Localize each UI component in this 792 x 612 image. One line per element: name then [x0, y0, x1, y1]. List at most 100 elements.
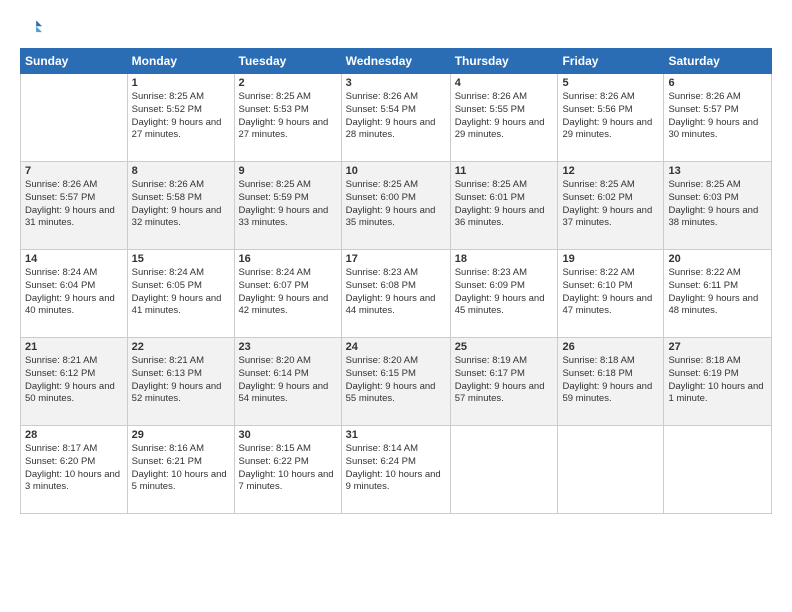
calendar-cell: 29 Sunrise: 8:16 AM Sunset: 6:21 PM Dayl…: [127, 426, 234, 514]
daylight-text: Daylight: 9 hours and 29 minutes.: [455, 117, 545, 141]
daylight-text: Daylight: 10 hours and 1 minute.: [668, 381, 763, 405]
sunrise-text: Sunrise: 8:25 AM: [132, 91, 204, 102]
sunset-text: Sunset: 6:13 PM: [132, 368, 202, 379]
day-number: 27: [668, 341, 767, 353]
sunrise-text: Sunrise: 8:25 AM: [455, 179, 527, 190]
weekday-header: Saturday: [664, 49, 772, 74]
day-info: Sunrise: 8:25 AM Sunset: 6:02 PM Dayligh…: [562, 179, 659, 230]
calendar-cell: 25 Sunrise: 8:19 AM Sunset: 6:17 PM Dayl…: [450, 338, 558, 426]
sunrise-text: Sunrise: 8:26 AM: [25, 179, 97, 190]
calendar-cell: 22 Sunrise: 8:21 AM Sunset: 6:13 PM Dayl…: [127, 338, 234, 426]
weekday-header: Wednesday: [341, 49, 450, 74]
daylight-text: Daylight: 9 hours and 27 minutes.: [239, 117, 329, 141]
sunset-text: Sunset: 5:56 PM: [562, 104, 632, 115]
daylight-text: Daylight: 9 hours and 31 minutes.: [25, 205, 115, 229]
sunset-text: Sunset: 5:59 PM: [239, 192, 309, 203]
weekday-header: Tuesday: [234, 49, 341, 74]
day-number: 24: [346, 341, 446, 353]
calendar-cell: 3 Sunrise: 8:26 AM Sunset: 5:54 PM Dayli…: [341, 74, 450, 162]
calendar-cell: 4 Sunrise: 8:26 AM Sunset: 5:55 PM Dayli…: [450, 74, 558, 162]
day-info: Sunrise: 8:25 AM Sunset: 6:00 PM Dayligh…: [346, 179, 446, 230]
daylight-text: Daylight: 9 hours and 38 minutes.: [668, 205, 758, 229]
sunset-text: Sunset: 6:02 PM: [562, 192, 632, 203]
daylight-text: Daylight: 9 hours and 48 minutes.: [668, 293, 758, 317]
day-info: Sunrise: 8:22 AM Sunset: 6:10 PM Dayligh…: [562, 267, 659, 318]
sunrise-text: Sunrise: 8:24 AM: [132, 267, 204, 278]
calendar-cell: [558, 426, 664, 514]
sunrise-text: Sunrise: 8:26 AM: [562, 91, 634, 102]
sunrise-text: Sunrise: 8:19 AM: [455, 355, 527, 366]
daylight-text: Daylight: 9 hours and 37 minutes.: [562, 205, 652, 229]
calendar-cell: 18 Sunrise: 8:23 AM Sunset: 6:09 PM Dayl…: [450, 250, 558, 338]
weekday-header: Friday: [558, 49, 664, 74]
day-info: Sunrise: 8:24 AM Sunset: 6:07 PM Dayligh…: [239, 267, 337, 318]
day-number: 18: [455, 253, 554, 265]
day-number: 30: [239, 429, 337, 441]
sunset-text: Sunset: 6:12 PM: [25, 368, 95, 379]
calendar-header-row: SundayMondayTuesdayWednesdayThursdayFrid…: [21, 49, 772, 74]
sunrise-text: Sunrise: 8:18 AM: [668, 355, 740, 366]
day-number: 4: [455, 77, 554, 89]
day-info: Sunrise: 8:26 AM Sunset: 5:54 PM Dayligh…: [346, 91, 446, 142]
calendar-week-row: 21 Sunrise: 8:21 AM Sunset: 6:12 PM Dayl…: [21, 338, 772, 426]
day-info: Sunrise: 8:18 AM Sunset: 6:19 PM Dayligh…: [668, 355, 767, 406]
daylight-text: Daylight: 9 hours and 36 minutes.: [455, 205, 545, 229]
sunrise-text: Sunrise: 8:25 AM: [239, 179, 311, 190]
sunrise-text: Sunrise: 8:25 AM: [668, 179, 740, 190]
sunset-text: Sunset: 6:20 PM: [25, 456, 95, 467]
sunset-text: Sunset: 6:11 PM: [668, 280, 738, 291]
daylight-text: Daylight: 9 hours and 30 minutes.: [668, 117, 758, 141]
sunset-text: Sunset: 6:21 PM: [132, 456, 202, 467]
daylight-text: Daylight: 9 hours and 50 minutes.: [25, 381, 115, 405]
day-number: 6: [668, 77, 767, 89]
daylight-text: Daylight: 9 hours and 47 minutes.: [562, 293, 652, 317]
day-number: 23: [239, 341, 337, 353]
day-number: 28: [25, 429, 123, 441]
day-info: Sunrise: 8:14 AM Sunset: 6:24 PM Dayligh…: [346, 443, 446, 494]
daylight-text: Daylight: 9 hours and 52 minutes.: [132, 381, 222, 405]
calendar-cell: 15 Sunrise: 8:24 AM Sunset: 6:05 PM Dayl…: [127, 250, 234, 338]
daylight-text: Daylight: 9 hours and 42 minutes.: [239, 293, 329, 317]
day-info: Sunrise: 8:18 AM Sunset: 6:18 PM Dayligh…: [562, 355, 659, 406]
daylight-text: Daylight: 10 hours and 3 minutes.: [25, 469, 120, 493]
sunrise-text: Sunrise: 8:18 AM: [562, 355, 634, 366]
calendar-cell: 12 Sunrise: 8:25 AM Sunset: 6:02 PM Dayl…: [558, 162, 664, 250]
sunset-text: Sunset: 6:10 PM: [562, 280, 632, 291]
sunrise-text: Sunrise: 8:21 AM: [25, 355, 97, 366]
calendar-cell: 27 Sunrise: 8:18 AM Sunset: 6:19 PM Dayl…: [664, 338, 772, 426]
day-number: 3: [346, 77, 446, 89]
sunset-text: Sunset: 6:07 PM: [239, 280, 309, 291]
sunrise-text: Sunrise: 8:17 AM: [25, 443, 97, 454]
day-info: Sunrise: 8:26 AM Sunset: 5:58 PM Dayligh…: [132, 179, 230, 230]
calendar-cell: 28 Sunrise: 8:17 AM Sunset: 6:20 PM Dayl…: [21, 426, 128, 514]
calendar-cell: 9 Sunrise: 8:25 AM Sunset: 5:59 PM Dayli…: [234, 162, 341, 250]
calendar-cell: 14 Sunrise: 8:24 AM Sunset: 6:04 PM Dayl…: [21, 250, 128, 338]
calendar-cell: 20 Sunrise: 8:22 AM Sunset: 6:11 PM Dayl…: [664, 250, 772, 338]
sunrise-text: Sunrise: 8:22 AM: [668, 267, 740, 278]
day-number: 9: [239, 165, 337, 177]
calendar-cell: 17 Sunrise: 8:23 AM Sunset: 6:08 PM Dayl…: [341, 250, 450, 338]
daylight-text: Daylight: 9 hours and 29 minutes.: [562, 117, 652, 141]
day-info: Sunrise: 8:16 AM Sunset: 6:21 PM Dayligh…: [132, 443, 230, 494]
day-info: Sunrise: 8:21 AM Sunset: 6:13 PM Dayligh…: [132, 355, 230, 406]
day-info: Sunrise: 8:25 AM Sunset: 5:59 PM Dayligh…: [239, 179, 337, 230]
day-number: 14: [25, 253, 123, 265]
sunset-text: Sunset: 6:14 PM: [239, 368, 309, 379]
day-number: 5: [562, 77, 659, 89]
sunset-text: Sunset: 6:18 PM: [562, 368, 632, 379]
sunrise-text: Sunrise: 8:22 AM: [562, 267, 634, 278]
page-container: SundayMondayTuesdayWednesdayThursdayFrid…: [0, 0, 792, 612]
day-info: Sunrise: 8:25 AM Sunset: 5:52 PM Dayligh…: [132, 91, 230, 142]
daylight-text: Daylight: 10 hours and 5 minutes.: [132, 469, 227, 493]
calendar-cell: 1 Sunrise: 8:25 AM Sunset: 5:52 PM Dayli…: [127, 74, 234, 162]
day-info: Sunrise: 8:24 AM Sunset: 6:05 PM Dayligh…: [132, 267, 230, 318]
day-info: Sunrise: 8:26 AM Sunset: 5:57 PM Dayligh…: [25, 179, 123, 230]
calendar-cell: 31 Sunrise: 8:14 AM Sunset: 6:24 PM Dayl…: [341, 426, 450, 514]
calendar-cell: [664, 426, 772, 514]
daylight-text: Daylight: 9 hours and 35 minutes.: [346, 205, 436, 229]
daylight-text: Daylight: 9 hours and 55 minutes.: [346, 381, 436, 405]
day-number: 21: [25, 341, 123, 353]
day-info: Sunrise: 8:22 AM Sunset: 6:11 PM Dayligh…: [668, 267, 767, 318]
day-number: 26: [562, 341, 659, 353]
day-number: 20: [668, 253, 767, 265]
